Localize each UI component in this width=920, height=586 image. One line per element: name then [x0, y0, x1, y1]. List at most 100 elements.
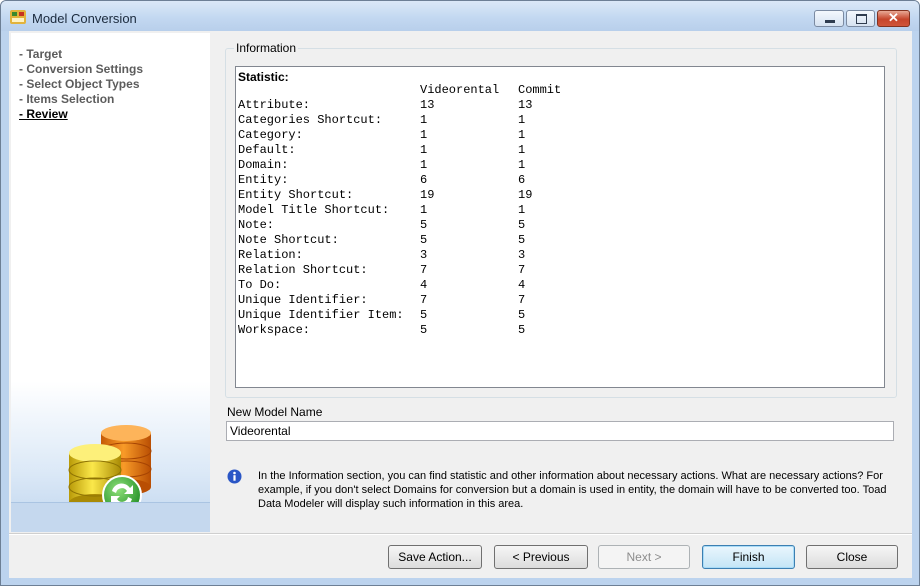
minimize-button[interactable]: [814, 10, 844, 27]
statistic-object-type: Unique Identifier Item:: [238, 308, 404, 322]
statistic-count: 5: [518, 308, 526, 322]
statistic-object-type: To Do:: [238, 278, 282, 292]
toad-app-icon: [10, 10, 26, 24]
statistic-object-type: Attribute:: [238, 98, 311, 112]
statistic-object-type: Entity:: [238, 173, 289, 187]
information-caption: Information: [234, 41, 299, 55]
statistic-count: 1: [420, 128, 428, 142]
statistic-header-row: Videorental Commit: [238, 83, 598, 98]
statistic-count: 3: [518, 248, 526, 262]
statistic-column-header: Commit: [518, 83, 562, 97]
statistic-row: Workspace: 5 5: [238, 323, 598, 338]
new-model-name-input[interactable]: [226, 421, 894, 441]
statistic-object-type: Domain:: [238, 158, 289, 172]
save-action-button[interactable]: Save Action...: [388, 545, 482, 569]
wizard-step[interactable]: - Items Selection: [19, 92, 143, 107]
statistic-column-header: Videorental: [420, 83, 500, 97]
statistic-count: 5: [420, 218, 428, 232]
statistic-count: 1: [518, 113, 526, 127]
statistic-count: 1: [420, 203, 428, 217]
wizard-step[interactable]: - Review: [19, 107, 143, 122]
maximize-button[interactable]: [846, 10, 875, 27]
next-button[interactable]: Next >: [598, 545, 690, 569]
statistic-object-type: Entity Shortcut:: [238, 188, 354, 202]
statistic-row: Relation Shortcut: 7 7: [238, 263, 598, 278]
statistic-row: Note Shortcut: 5 5: [238, 233, 598, 248]
statistic-object-type: Default:: [238, 143, 296, 157]
information-group: Information Statistic: Videorental Commit…: [225, 41, 897, 398]
finish-button[interactable]: Finish: [702, 545, 795, 569]
close-button[interactable]: Close: [806, 545, 898, 569]
statistic-object-type: Workspace:: [238, 323, 311, 337]
statistic-count: 5: [518, 233, 526, 247]
statistic-count: 6: [420, 173, 428, 187]
statistic-count: 1: [518, 158, 526, 172]
info-icon: [227, 469, 242, 484]
statistic-count: 7: [518, 293, 526, 307]
statistic-object-type: Note Shortcut:: [238, 233, 339, 247]
model-conversion-window: Model Conversion ✕ - Target - Conversion …: [0, 0, 920, 586]
statistic-object-type: Unique Identifier:: [238, 293, 368, 307]
statistic-count: 3: [420, 248, 428, 262]
maximize-icon: [856, 14, 867, 24]
statistic-table: Videorental Commit Attribute: 13 13 Categorie…: [238, 83, 598, 338]
statistic-count: 19: [518, 188, 533, 202]
close-icon: ✕: [888, 10, 899, 25]
statistic-object-type: Relation:: [238, 248, 303, 262]
statistic-count: 5: [518, 218, 526, 232]
information-textbox[interactable]: Statistic: Videorental Commit Attribute: 13…: [235, 66, 885, 388]
statistic-object-type: Model Title Shortcut:: [238, 203, 390, 217]
wizard-steps-panel: - Target - Conversion Settings - Select Ob…: [11, 33, 210, 532]
statistic-object-type: Relation Shortcut:: [238, 263, 368, 277]
statistic-count: 5: [518, 323, 526, 337]
statistic-row: To Do: 4 4: [238, 278, 598, 293]
statistic-row: Category: 1 1: [238, 128, 598, 143]
title-bar[interactable]: Model Conversion ✕: [1, 1, 919, 31]
wizard-step[interactable]: - Conversion Settings: [19, 62, 143, 77]
statistic-count: 1: [420, 143, 428, 157]
previous-button[interactable]: < Previous: [494, 545, 588, 569]
statistic-object-type: Note:: [238, 218, 275, 232]
statistic-row: Relation: 3 3: [238, 248, 598, 263]
wizard-step[interactable]: - Select Object Types: [19, 77, 143, 92]
wizard-step[interactable]: - Target: [19, 47, 143, 62]
statistic-count: 4: [518, 278, 526, 292]
close-window-button[interactable]: ✕: [877, 10, 910, 27]
statistic-row: Entity: 6 6: [238, 173, 598, 188]
statistic-row: Unique Identifier Item: 5 5: [238, 308, 598, 323]
statistic-count: 7: [518, 263, 526, 277]
statistic-count: 19: [420, 188, 435, 202]
statistic-count: 1: [420, 113, 428, 127]
minimize-icon: [825, 20, 835, 23]
statistic-count: 1: [420, 158, 428, 172]
statistic-row: Domain: 1 1: [238, 158, 598, 173]
statistic-object-type: Category:: [238, 128, 303, 142]
statistic-row: Entity Shortcut: 19 19: [238, 188, 598, 203]
statistic-count: 5: [420, 308, 428, 322]
statistic-row: Default: 1 1: [238, 143, 598, 158]
statistic-row: Categories Shortcut: 1 1: [238, 113, 598, 128]
statistic-heading: Statistic:: [238, 70, 289, 84]
window-title: Model Conversion: [32, 11, 137, 26]
statistic-row: Model Title Shortcut: 1 1: [238, 203, 598, 218]
statistic-count: 5: [420, 323, 428, 337]
statistic-column-header: [238, 83, 420, 98]
statistic-count: 5: [420, 233, 428, 247]
statistic-row: Unique Identifier: 7 7: [238, 293, 598, 308]
statistic-count: 1: [518, 203, 526, 217]
statistic-count: 7: [420, 263, 428, 277]
statistic-count: 1: [518, 143, 526, 157]
statistic-count: 4: [420, 278, 428, 292]
statistic-object-type: Categories Shortcut:: [238, 113, 383, 127]
help-text: In the Information section, you can find…: [258, 470, 887, 510]
statistic-row: Attribute: 13 13: [238, 98, 598, 113]
statistic-count: 13: [420, 98, 435, 112]
statistic-count: 7: [420, 293, 428, 307]
wizard-step-list: - Target - Conversion Settings - Select Ob…: [19, 47, 143, 122]
statistic-row: Note: 5 5: [238, 218, 598, 233]
sidebar-footer-strip: [11, 502, 210, 532]
new-model-name-label: New Model Name: [227, 405, 323, 419]
button-bar-separator: [9, 533, 912, 535]
statistic-count: 6: [518, 173, 526, 187]
statistic-count: 1: [518, 128, 526, 142]
